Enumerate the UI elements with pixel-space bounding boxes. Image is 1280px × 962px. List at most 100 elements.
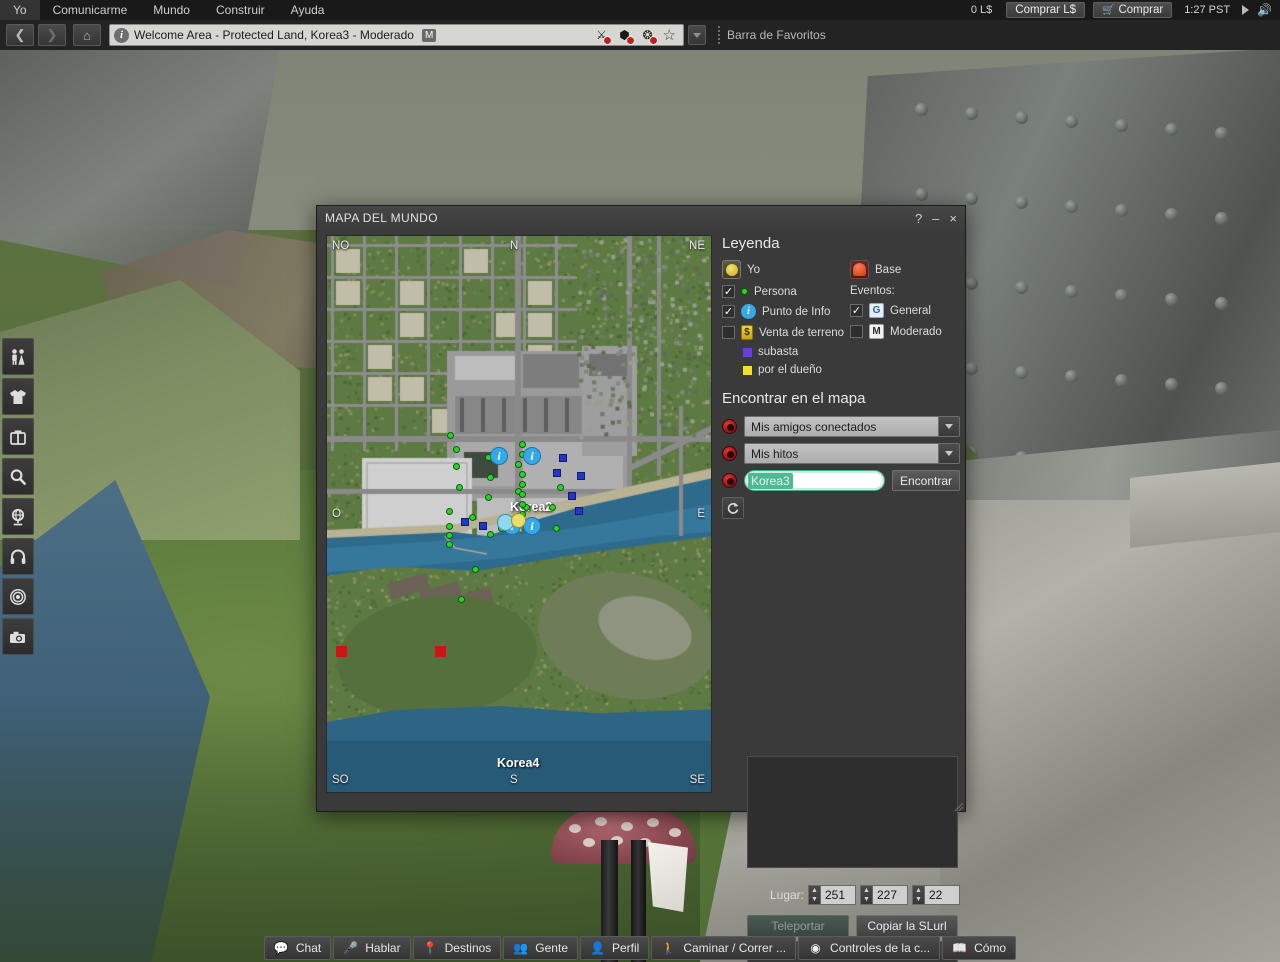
favorites-drag-handle[interactable] (718, 26, 721, 44)
sidebar-item-search[interactable] (2, 458, 34, 495)
coord-z-stepper[interactable]: ▲ ▼ 22 (912, 885, 960, 905)
map-marker-object[interactable] (479, 522, 487, 530)
buy-button[interactable]: 🛒 Comprar (1093, 2, 1172, 18)
info-icon[interactable]: i (114, 28, 129, 43)
legend-row-person[interactable]: ✓ Persona (722, 285, 850, 298)
map-marker-person[interactable] (453, 463, 460, 470)
find-row-search[interactable]: Korea3 Encontrar (722, 470, 960, 491)
map-marker-person[interactable] (557, 484, 564, 491)
legend-row-event-general[interactable]: ✓ G General (850, 303, 960, 318)
resize-grip[interactable] (952, 800, 964, 812)
map-marker-person[interactable] (458, 596, 465, 603)
legend-row-infohub[interactable]: ✓ i Punto de Info (722, 304, 850, 319)
map-marker-event[interactable] (435, 646, 446, 657)
help-button[interactable]: ? (915, 211, 922, 226)
menu-item-comunicarme[interactable]: Comunicarme (40, 0, 141, 20)
coord-y-arrows[interactable]: ▲ ▼ (860, 885, 872, 905)
coord-x-value[interactable]: 251 (820, 885, 856, 905)
toolbar-button-walk-run[interactable]: 🚶 Caminar / Correr ... (651, 936, 796, 960)
search-input[interactable]: Korea3 (744, 470, 885, 491)
map-marker-person[interactable] (453, 446, 460, 453)
map-marker-person[interactable] (456, 484, 463, 491)
coord-y-value[interactable]: 227 (872, 885, 908, 905)
world-map-dialog[interactable]: MAPA DEL MUNDO ? – × NO N NE O E SO S SE (316, 205, 966, 812)
map-marker-person[interactable] (487, 474, 494, 481)
map-marker-infohub[interactable]: i (490, 447, 508, 465)
radio-friends[interactable] (722, 419, 737, 434)
refresh-button[interactable] (722, 497, 744, 519)
sidebar-item-inventory[interactable] (2, 418, 34, 455)
location-history-dropdown[interactable] (688, 25, 706, 45)
sidebar-item-nearby[interactable] (2, 578, 34, 615)
toolbar-button-microphone[interactable]: 🎤 Hablar (333, 936, 410, 960)
checkbox-event-general[interactable]: ✓ (850, 304, 863, 317)
map-marker-person[interactable] (446, 541, 453, 548)
buy-currency-button[interactable]: Comprar L$ (1006, 2, 1085, 18)
coord-z-value[interactable]: 22 (924, 885, 960, 905)
checkbox-infohub[interactable]: ✓ (722, 305, 735, 318)
friends-combobox[interactable]: Mis amigos conectados (744, 416, 960, 437)
map-marker-person[interactable] (472, 566, 479, 573)
map-marker-person[interactable] (447, 432, 454, 439)
menu-item-construir[interactable]: Construir (203, 0, 278, 20)
map-marker-person[interactable] (515, 461, 522, 468)
toolbar-button-chat-bubble[interactable]: 💬 Chat (264, 936, 331, 960)
find-row-friends[interactable]: Mis amigos conectados (722, 416, 960, 437)
back-button[interactable]: ❮ (6, 24, 34, 46)
coord-y-stepper[interactable]: ▲ ▼ 227 (860, 885, 908, 905)
sidebar-item-people[interactable] (2, 338, 34, 375)
map-marker-object[interactable] (553, 469, 561, 477)
map-marker-object[interactable] (568, 492, 576, 500)
radio-search[interactable] (722, 473, 737, 488)
toolbar-button-people[interactable]: 👥 Gente (503, 936, 578, 960)
map-marker-person[interactable] (446, 508, 453, 515)
map-marker-person[interactable] (519, 471, 526, 478)
toolbar-button-camera-controls[interactable]: ◉ Controles de la c... (798, 936, 940, 960)
toolbar-button-profile-card[interactable]: 👤 Perfil (580, 936, 649, 960)
world-map-titlebar[interactable]: MAPA DEL MUNDO ? – × (317, 206, 965, 230)
map-marker-object[interactable] (577, 472, 585, 480)
find-row-landmarks[interactable]: Mis hitos (722, 443, 960, 464)
sidebar-item-voice[interactable] (2, 538, 34, 575)
sidebar-item-appearance[interactable] (2, 378, 34, 415)
map-marker-object[interactable] (575, 507, 583, 515)
chevron-down-icon[interactable] (938, 417, 959, 436)
checkbox-person[interactable]: ✓ (722, 285, 735, 298)
map-marker-person[interactable] (485, 494, 492, 501)
home-button[interactable]: ⌂ (73, 24, 101, 46)
map-marker-person[interactable] (519, 491, 526, 498)
map-marker-person[interactable] (446, 523, 453, 530)
favorites-bar[interactable]: Barra de Favoritos (718, 26, 826, 44)
map-marker-person[interactable] (519, 501, 526, 508)
find-button[interactable]: Encontrar (892, 470, 960, 491)
map-marker-person[interactable] (469, 514, 476, 521)
coord-x-arrows[interactable]: ▲ ▼ (808, 885, 820, 905)
map-marker-person[interactable] (519, 481, 526, 488)
sidebar-item-snapshot[interactable] (2, 618, 34, 655)
sidebar-item-places[interactable] (2, 498, 34, 535)
coord-x-stepper[interactable]: ▲ ▼ 251 (808, 885, 856, 905)
map-marker-person[interactable] (553, 525, 560, 532)
toolbar-button-map-pin[interactable]: 📍 Destinos (413, 936, 502, 960)
map-marker-object[interactable] (461, 518, 469, 526)
map-marker-object[interactable] (559, 454, 567, 462)
map-marker-infohub[interactable]: i (523, 447, 541, 465)
map-marker-person[interactable] (519, 441, 526, 448)
volume-icon[interactable]: 🔊 (1257, 3, 1272, 17)
location-bar[interactable]: i Welcome Area - Protected Land, Korea3 … (109, 24, 684, 46)
menu-item-ayuda[interactable]: Ayuda (278, 0, 338, 20)
chevron-down-icon[interactable] (938, 444, 959, 463)
coord-z-arrows[interactable]: ▲ ▼ (912, 885, 924, 905)
radio-landmarks[interactable] (722, 446, 737, 461)
checkbox-land-sale[interactable] (722, 326, 735, 339)
toolbar-button-howto-book[interactable]: 📖 Cómo (942, 936, 1016, 960)
legend-row-land-sale[interactable]: $ Venta de terreno (722, 325, 850, 340)
minimize-button[interactable]: – (932, 211, 939, 226)
menu-item-yo[interactable]: Yo (0, 0, 40, 20)
map-marker-event[interactable] (336, 646, 347, 657)
landmarks-combobox[interactable]: Mis hitos (744, 443, 960, 464)
menu-item-mundo[interactable]: Mundo (140, 0, 203, 20)
map-marker-home[interactable] (511, 513, 526, 528)
forward-button[interactable]: ❯ (38, 24, 66, 46)
map-marker-person[interactable] (487, 531, 494, 538)
